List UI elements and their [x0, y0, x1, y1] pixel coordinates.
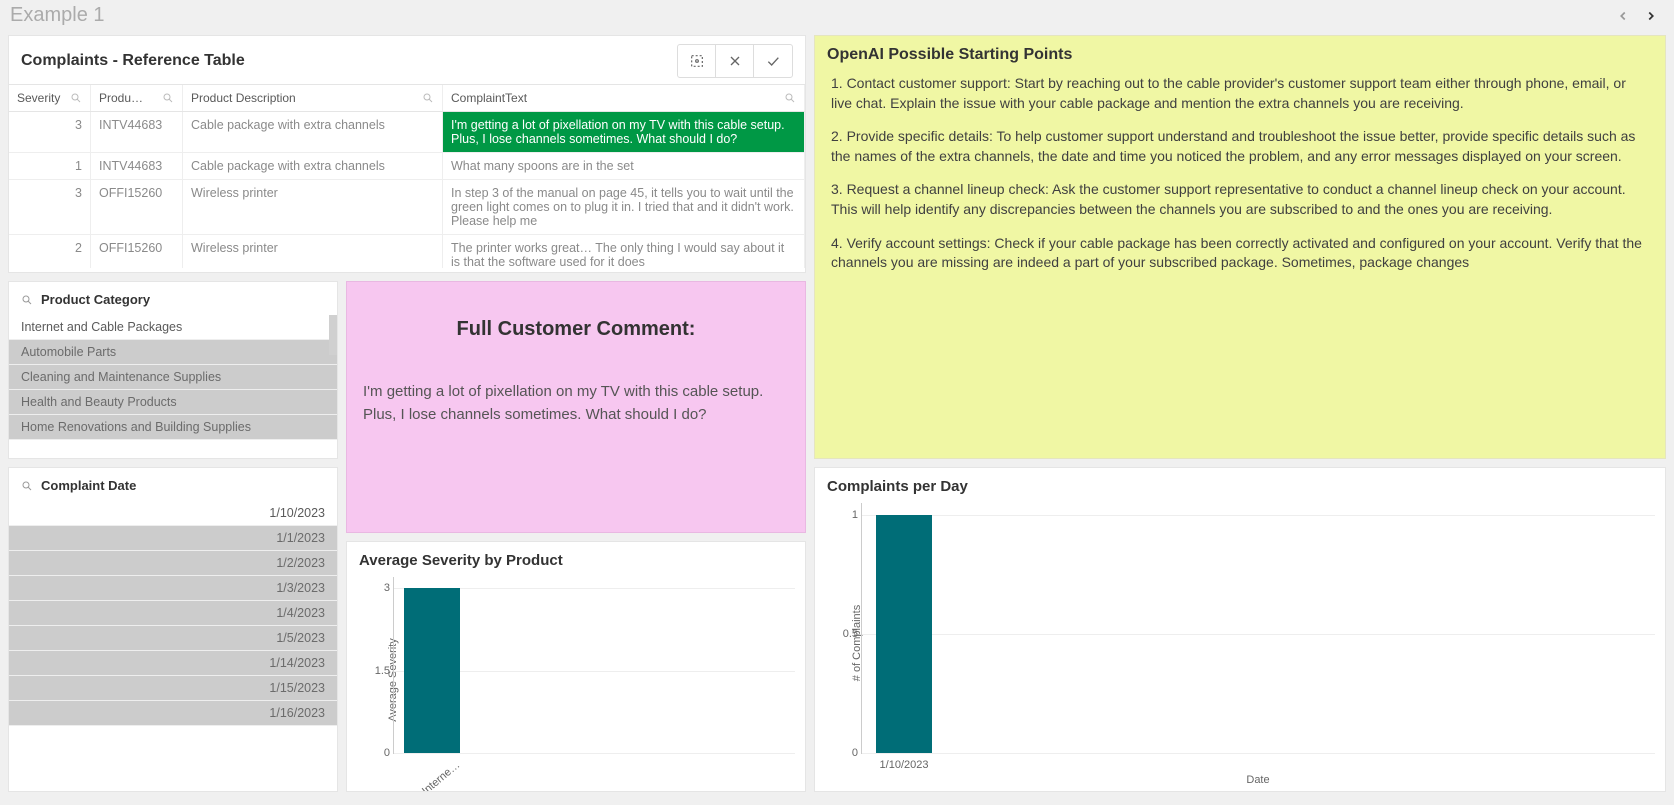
- col-severity-label: Severity: [17, 91, 60, 105]
- list-item[interactable]: Internet and Cable Packages: [9, 315, 337, 340]
- table-row[interactable]: 3INTV44683Cable package with extra chann…: [9, 112, 805, 153]
- cell-product: OFFI15260: [91, 180, 183, 234]
- cell-severity: 3: [9, 112, 91, 152]
- list-item[interactable]: 1/3/2023: [9, 576, 337, 601]
- list-item[interactable]: 1/1/2023: [9, 526, 337, 551]
- col-product-label: Produ…: [99, 91, 143, 105]
- next-sheet-icon[interactable]: [1644, 9, 1658, 23]
- cell-complaint-text: What many spoons are in the set: [443, 153, 805, 179]
- product-category-title: Product Category: [41, 292, 150, 307]
- confirm-selection-button[interactable]: [754, 45, 792, 77]
- col-product[interactable]: Produ…: [91, 85, 183, 111]
- search-icon[interactable]: [70, 92, 82, 104]
- search-icon[interactable]: [784, 92, 796, 104]
- x-tick: Interne…: [420, 759, 462, 792]
- product-category-panel: Product Category Internet and Cable Pack…: [8, 281, 338, 459]
- cell-complaint-text: I'm getting a lot of pixellation on my T…: [443, 112, 805, 152]
- complaints-per-day-chart[interactable]: # of Complaints 00.511/10/2023 Date: [815, 499, 1665, 786]
- avg-severity-chart-panel: Average Severity by Product Average Seve…: [346, 541, 806, 792]
- prev-sheet-icon[interactable]: [1616, 9, 1630, 23]
- list-item[interactable]: 1/14/2023: [9, 651, 337, 676]
- list-item[interactable]: Home Renovations and Building Supplies: [9, 415, 337, 440]
- sheet-header: Example 1: [0, 0, 1674, 35]
- table-body[interactable]: 3INTV44683Cable package with extra chann…: [9, 112, 805, 268]
- cell-description: Wireless printer: [183, 180, 443, 234]
- y-tick: 0: [828, 747, 858, 759]
- col-description-label: Product Description: [191, 91, 296, 105]
- comment-body: I'm getting a lot of pixellation on my T…: [363, 381, 789, 426]
- col-complaint-text[interactable]: ComplaintText: [443, 85, 805, 111]
- full-comment-panel: Full Customer Comment: I'm getting a lot…: [346, 281, 806, 533]
- selection-tool-button[interactable]: [678, 45, 716, 77]
- x-tick: 1/10/2023: [880, 759, 929, 771]
- list-item[interactable]: Health and Beauty Products: [9, 390, 337, 415]
- complaint-date-list[interactable]: 1/10/20231/1/20231/2/20231/3/20231/4/202…: [9, 501, 337, 791]
- cell-product: INTV44683: [91, 112, 183, 152]
- search-icon[interactable]: [162, 92, 174, 104]
- openai-panel: OpenAI Possible Starting Points 1. Conta…: [814, 35, 1666, 459]
- complaints-per-day-title: Complaints per Day: [815, 468, 1665, 499]
- table-row[interactable]: 3OFFI15260Wireless printerIn step 3 of t…: [9, 180, 805, 235]
- list-item[interactable]: 1/5/2023: [9, 626, 337, 651]
- list-item[interactable]: 1/15/2023: [9, 676, 337, 701]
- cell-severity: 3: [9, 180, 91, 234]
- cell-complaint-text: In step 3 of the manual on page 45, it t…: [443, 180, 805, 234]
- openai-paragraph: 4. Verify account settings: Check if you…: [831, 234, 1647, 273]
- product-category-list[interactable]: Internet and Cable PackagesAutomobile Pa…: [9, 315, 337, 458]
- cell-product: OFFI15260: [91, 235, 183, 268]
- openai-paragraph: 1. Contact customer support: Start by re…: [831, 74, 1647, 113]
- cell-severity: 1: [9, 153, 91, 179]
- y-tick: 0.5: [828, 628, 858, 640]
- list-item[interactable]: 1/4/2023: [9, 601, 337, 626]
- sheet-nav: [1616, 9, 1664, 23]
- list-item[interactable]: 1/2/2023: [9, 551, 337, 576]
- table-row[interactable]: 1INTV44683Cable package with extra chann…: [9, 153, 805, 180]
- avg-severity-chart[interactable]: Average Severity 01.53Interne…: [347, 573, 805, 786]
- complaint-date-panel: Complaint Date 1/10/20231/1/20231/2/2023…: [8, 467, 338, 792]
- table-row[interactable]: 2OFFI15260Wireless printerThe printer wo…: [9, 235, 805, 268]
- complaint-date-title: Complaint Date: [41, 478, 136, 493]
- col-description[interactable]: Product Description: [183, 85, 443, 111]
- x-axis-label: Date: [861, 774, 1655, 786]
- search-icon[interactable]: [21, 294, 33, 306]
- cell-description: Wireless printer: [183, 235, 443, 268]
- selection-toolbar: [677, 44, 793, 78]
- openai-paragraph: 2. Provide specific details: To help cus…: [831, 127, 1647, 166]
- y-tick: 1: [828, 509, 858, 521]
- avg-severity-title: Average Severity by Product: [347, 542, 805, 573]
- list-item[interactable]: Cleaning and Maintenance Supplies: [9, 365, 337, 390]
- y-tick: 3: [360, 582, 390, 594]
- search-icon[interactable]: [21, 480, 33, 492]
- cell-product: INTV44683: [91, 153, 183, 179]
- cell-description: Cable package with extra channels: [183, 112, 443, 152]
- col-severity[interactable]: Severity: [9, 85, 91, 111]
- y-tick: 1.5: [360, 665, 390, 677]
- table-header-row: Severity Produ… Product Description Comp…: [9, 84, 805, 112]
- cancel-selection-button[interactable]: [716, 45, 754, 77]
- complaints-title: Complaints - Reference Table: [21, 52, 245, 70]
- sheet-title: Example 1: [10, 4, 105, 27]
- list-item[interactable]: 1/10/2023: [9, 501, 337, 526]
- scrollbar[interactable]: [329, 315, 337, 355]
- list-item[interactable]: Automobile Parts: [9, 340, 337, 365]
- complaints-table-panel: Complaints - Reference Table Severity: [8, 35, 806, 273]
- cell-complaint-text: The printer works great… The only thing …: [443, 235, 805, 268]
- search-icon[interactable]: [422, 92, 434, 104]
- y-tick: 0: [360, 747, 390, 759]
- col-text-label: ComplaintText: [451, 91, 527, 105]
- openai-paragraph: 3. Request a channel lineup check: Ask t…: [831, 180, 1647, 219]
- bar[interactable]: [404, 588, 460, 753]
- bar[interactable]: [876, 515, 932, 753]
- list-item[interactable]: 1/16/2023: [9, 701, 337, 726]
- comment-title: Full Customer Comment:: [363, 318, 789, 341]
- openai-title: OpenAI Possible Starting Points: [815, 36, 1665, 68]
- cell-description: Cable package with extra channels: [183, 153, 443, 179]
- complaints-per-day-panel: Complaints per Day # of Complaints 00.51…: [814, 467, 1666, 792]
- openai-body[interactable]: 1. Contact customer support: Start by re…: [827, 68, 1665, 452]
- cell-severity: 2: [9, 235, 91, 268]
